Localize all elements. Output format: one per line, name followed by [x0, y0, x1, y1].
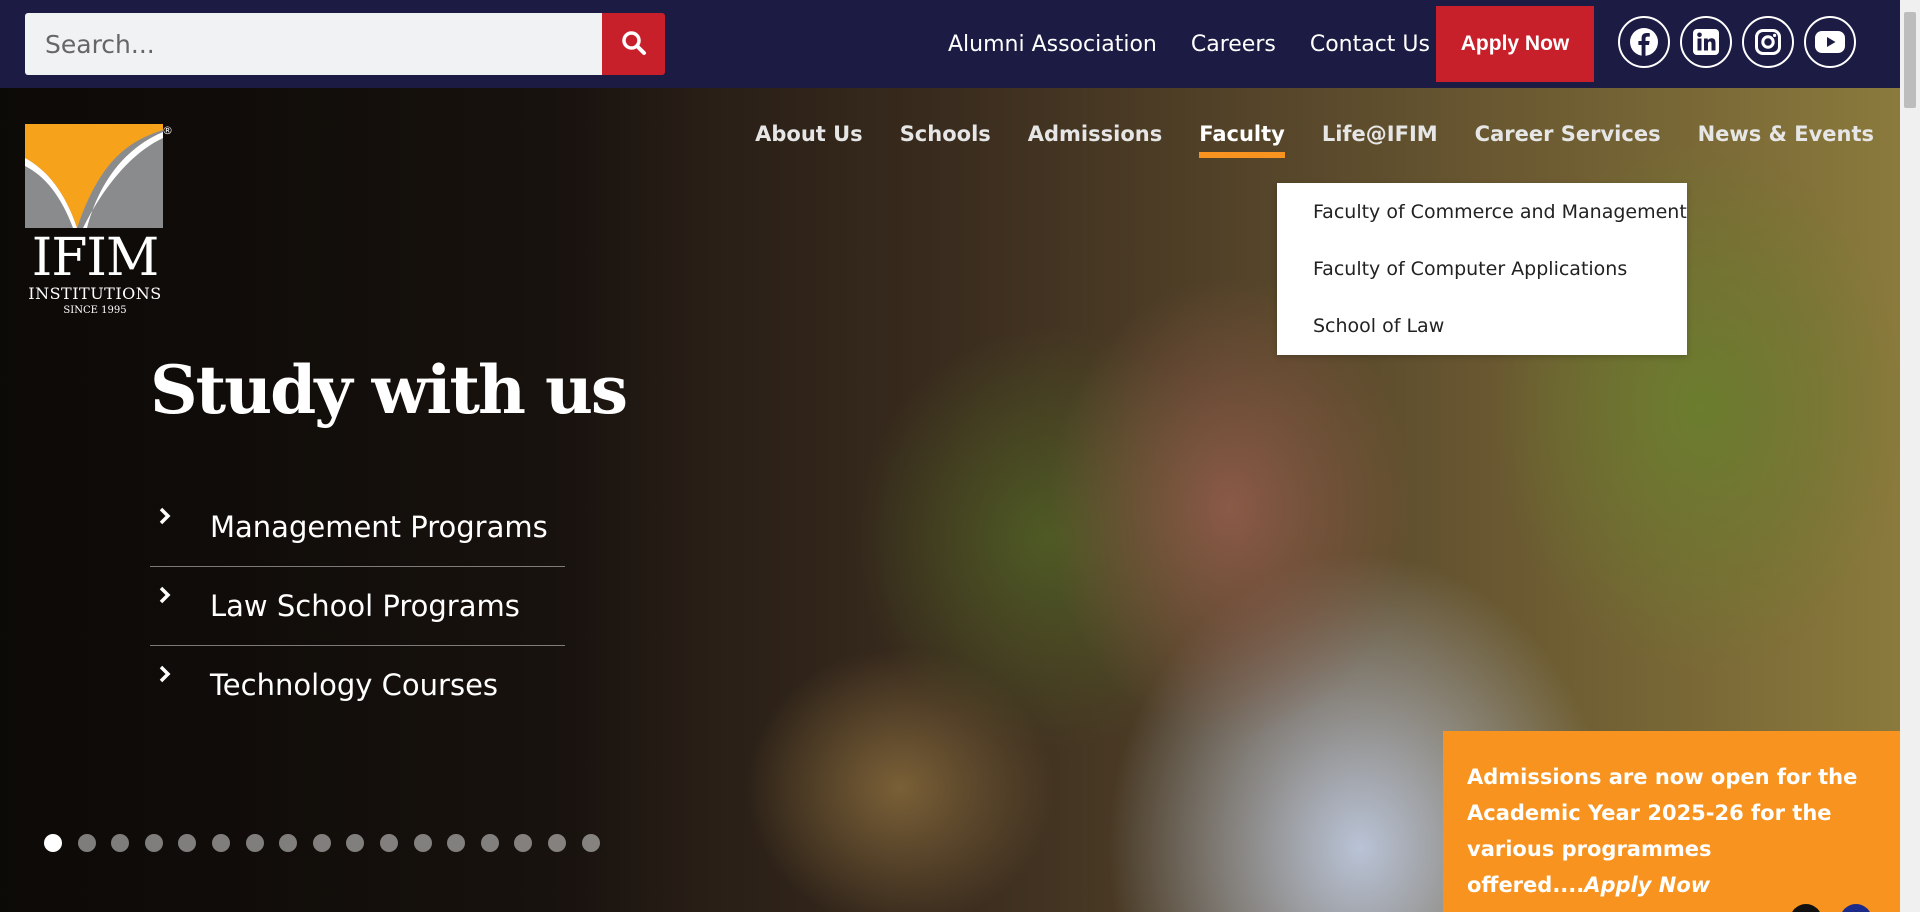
dropdown-item-computer-applications[interactable]: Faculty of Computer Applications	[1277, 250, 1687, 307]
announcement-apply-link[interactable]: Apply Now	[1584, 873, 1710, 897]
nav-life-at-ifim[interactable]: Life@IFIM	[1322, 122, 1438, 158]
instagram-link[interactable]	[1742, 16, 1794, 68]
logo-subtitle: INSTITUTIONS	[28, 284, 162, 303]
nav-about-us[interactable]: About Us	[755, 122, 863, 158]
youtube-link[interactable]	[1804, 16, 1856, 68]
carousel-dot[interactable]	[312, 834, 331, 852]
carousel-dots	[44, 834, 615, 852]
carousel-dot[interactable]	[44, 834, 62, 852]
chevron-right-icon	[158, 657, 182, 691]
linkedin-icon	[1692, 28, 1720, 56]
facebook-link[interactable]	[1618, 16, 1670, 68]
carousel-dot[interactable]	[111, 834, 130, 852]
nav-schools[interactable]: Schools	[900, 122, 991, 158]
carousel-dot[interactable]	[77, 834, 96, 852]
logo-registered-mark: ®	[162, 124, 173, 137]
apply-now-button[interactable]: Apply Now	[1436, 6, 1594, 82]
nav-news-events[interactable]: News & Events	[1698, 122, 1874, 158]
program-label: Law School Programs	[210, 589, 520, 623]
search-icon	[621, 30, 647, 59]
linkedin-link[interactable]	[1680, 16, 1732, 68]
carousel-dot[interactable]	[346, 834, 365, 852]
program-technology[interactable]: Technology Courses	[150, 646, 565, 724]
utility-links: Alumni Association Careers Contact Us	[948, 0, 1430, 88]
carousel-dot[interactable]	[480, 834, 499, 852]
carousel-dot[interactable]	[245, 834, 264, 852]
nav-admissions[interactable]: Admissions	[1028, 122, 1162, 158]
logo-check-icon	[25, 124, 163, 228]
carousel-dot[interactable]	[413, 834, 432, 852]
chevron-right-icon	[158, 578, 182, 612]
carousel-dot[interactable]	[211, 834, 230, 852]
carousel-dot[interactable]	[514, 834, 533, 852]
program-list: Management Programs Law School Programs …	[150, 488, 565, 724]
carousel-dot[interactable]	[447, 834, 466, 852]
carousel-dot[interactable]	[547, 834, 566, 852]
alumni-association-link[interactable]: Alumni Association	[948, 32, 1157, 57]
program-management[interactable]: Management Programs	[150, 488, 565, 567]
social-links	[1618, 16, 1866, 68]
carousel-dot[interactable]	[279, 834, 298, 852]
carousel-dot[interactable]	[178, 834, 197, 852]
scrollbar-thumb[interactable]	[1904, 12, 1916, 108]
ifim-logo[interactable]: IFIM INSTITUTIONS SINCE 1995	[25, 124, 175, 316]
dropdown-item-school-of-law[interactable]: School of Law	[1277, 307, 1687, 364]
carousel-dot[interactable]	[581, 834, 600, 852]
logo-since: SINCE 1995	[63, 305, 127, 316]
search-input[interactable]	[25, 13, 602, 75]
logo-emblem	[25, 124, 163, 228]
instagram-icon	[1754, 28, 1782, 56]
main-nav: About Us Schools Admissions Faculty Life…	[718, 122, 1874, 158]
admissions-announcement: Admissions are now open for the Academic…	[1443, 731, 1900, 912]
search-button[interactable]	[602, 13, 665, 75]
careers-link[interactable]: Careers	[1191, 32, 1276, 57]
nav-faculty[interactable]: Faculty	[1199, 122, 1285, 158]
facebook-icon	[1629, 27, 1659, 57]
faculty-dropdown-menu: Faculty of Commerce and Management Facul…	[1277, 183, 1687, 355]
search-bar	[25, 13, 665, 75]
dropdown-item-commerce-management[interactable]: Faculty of Commerce and Management	[1277, 193, 1687, 250]
program-label: Management Programs	[210, 510, 548, 544]
nav-career-services[interactable]: Career Services	[1475, 122, 1661, 158]
hero-banner: IFIM INSTITUTIONS SINCE 1995 ® About Us …	[0, 88, 1900, 912]
program-law-school[interactable]: Law School Programs	[150, 567, 565, 646]
carousel-dot[interactable]	[144, 834, 163, 852]
youtube-icon	[1814, 30, 1846, 54]
page-scrollbar[interactable]	[1900, 0, 1920, 912]
logo-title: IFIM	[31, 228, 159, 288]
program-label: Technology Courses	[210, 668, 499, 702]
chevron-right-icon	[158, 499, 182, 533]
hero-title: Study with us	[150, 351, 628, 429]
top-bar: Alumni Association Careers Contact Us Ap…	[0, 0, 1900, 88]
carousel-dot[interactable]	[379, 834, 398, 852]
contact-us-link[interactable]: Contact Us	[1310, 32, 1430, 57]
